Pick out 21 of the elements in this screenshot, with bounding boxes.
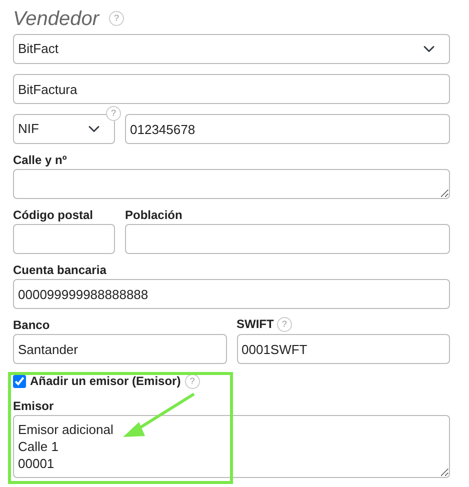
- field-label: Emisor: [13, 399, 54, 414]
- checkbox[interactable]: [13, 375, 26, 388]
- tax-id-field[interactable]: 012345678: [125, 114, 450, 144]
- issuer-field[interactable]: Emisor adicional Calle 1 00001: [13, 415, 450, 478]
- seller-select[interactable]: BitFact: [13, 34, 450, 64]
- bank-account-field[interactable]: 000099999988888888: [13, 279, 450, 309]
- name-field[interactable]: BitFactura: [13, 74, 450, 104]
- field-label: Cuenta bancaria: [13, 263, 106, 278]
- section-title: Vendedor: [13, 6, 99, 30]
- field-label: Calle y nº: [13, 153, 67, 168]
- street-field[interactable]: [13, 169, 450, 199]
- field-label: Código postal: [13, 208, 93, 223]
- swift-field[interactable]: 0001SWFT: [236, 334, 450, 364]
- field-label: Banco: [13, 318, 50, 333]
- tax-id-type-select[interactable]: NIF: [13, 114, 115, 144]
- postal-code-field[interactable]: [13, 224, 115, 254]
- field-label: Población: [125, 208, 182, 223]
- field-label: SWIFT: [236, 317, 274, 332]
- town-field[interactable]: [125, 224, 450, 254]
- bank-field[interactable]: Santander: [13, 334, 226, 364]
- checkbox-label: Añadir un emisor (Emisor): [30, 374, 181, 389]
